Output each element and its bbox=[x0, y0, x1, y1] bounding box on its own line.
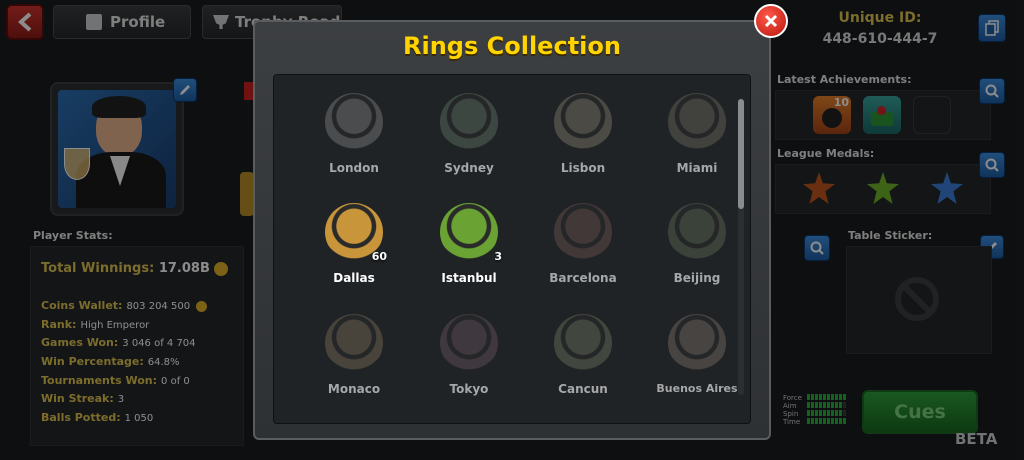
ring-buenos-aires[interactable]: Buenos Aires bbox=[642, 314, 752, 395]
ring-icon bbox=[668, 93, 726, 151]
modal-title: Rings Collection bbox=[403, 32, 621, 60]
ring-count: 3 bbox=[494, 250, 502, 263]
ring-icon bbox=[668, 203, 726, 261]
ring-name: Sydney bbox=[444, 161, 494, 175]
ring-name: Istanbul bbox=[441, 271, 497, 285]
ring-barcelona[interactable]: Barcelona bbox=[528, 203, 638, 285]
ring-beijing[interactable]: Beijing bbox=[642, 203, 752, 285]
ring-monaco[interactable]: Monaco bbox=[299, 314, 409, 396]
rings-scrollbar[interactable] bbox=[738, 99, 744, 395]
ring-icon bbox=[554, 203, 612, 261]
rings-collection-modal: Rings Collection London Sydney Lisbon Miami… bbox=[253, 20, 771, 440]
ring-name: Buenos Aires bbox=[656, 382, 738, 395]
ring-name: London bbox=[329, 161, 379, 175]
ring-icon bbox=[440, 93, 498, 151]
ring-lisbon[interactable]: Lisbon bbox=[528, 93, 638, 175]
rings-grid-container: London Sydney Lisbon Miami 60 Dallas 3 Istanbul… bbox=[273, 74, 751, 424]
ring-icon: 60 bbox=[325, 203, 387, 263]
ring-icon bbox=[325, 314, 383, 372]
close-icon bbox=[764, 14, 778, 28]
close-button[interactable] bbox=[754, 4, 788, 38]
ring-icon bbox=[668, 314, 726, 372]
ring-icon bbox=[325, 93, 383, 151]
rings-scrollbar-thumb[interactable] bbox=[738, 99, 744, 209]
ring-icon bbox=[554, 314, 612, 372]
ring-dallas[interactable]: 60 Dallas bbox=[299, 203, 409, 285]
ring-name: Beijing bbox=[673, 271, 721, 285]
ring-tokyo[interactable]: Tokyo bbox=[414, 314, 524, 396]
ring-icon: 3 bbox=[440, 203, 502, 263]
ring-icon bbox=[440, 314, 498, 372]
ring-name: Lisbon bbox=[560, 161, 606, 175]
ring-name: Miami bbox=[676, 161, 718, 175]
ring-icon bbox=[554, 93, 612, 151]
ring-name: Dallas bbox=[333, 271, 375, 285]
ring-london[interactable]: London bbox=[299, 93, 409, 175]
ring-istanbul[interactable]: 3 Istanbul bbox=[414, 203, 524, 285]
ring-name: Tokyo bbox=[449, 382, 489, 396]
ring-sydney[interactable]: Sydney bbox=[414, 93, 524, 175]
ring-count: 60 bbox=[371, 250, 387, 263]
ring-name: Cancun bbox=[558, 382, 608, 396]
ring-name: Barcelona bbox=[549, 271, 617, 285]
ring-name: Monaco bbox=[327, 382, 381, 396]
ring-miami[interactable]: Miami bbox=[642, 93, 752, 175]
ring-cancun[interactable]: Cancun bbox=[528, 314, 638, 396]
